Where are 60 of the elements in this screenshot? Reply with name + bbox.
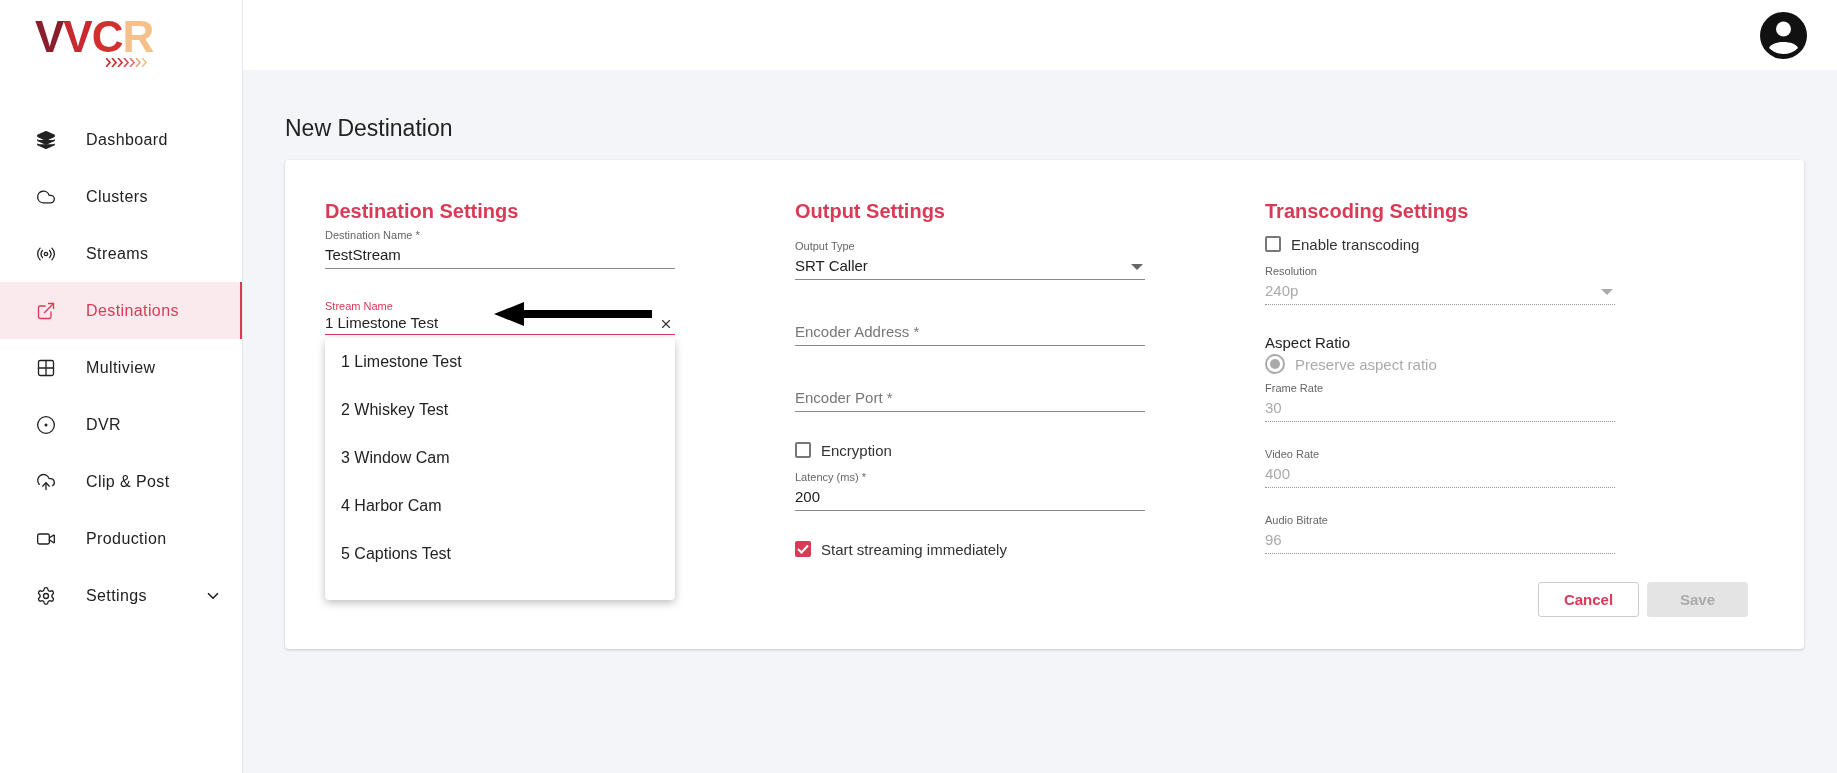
nav-label: Dashboard [86,130,169,149]
logo: VVCR [35,16,155,58]
input-field[interactable]: 200 [795,487,1145,511]
nav-item[interactable]: Clusters [0,168,242,225]
section-title: Output Settings [795,199,946,223]
nav-item[interactable]: Dashboard [0,111,242,168]
menu-item[interactable]: 5 Captions Test [325,530,675,578]
nav-label: Production [86,529,168,548]
input-field[interactable]: TestStream [325,245,675,269]
nav-label: Clip & Post [86,472,171,491]
nav-label: Destinations [86,301,180,320]
nav-label: Streams [86,244,150,263]
nav-item[interactable]: Streams [0,225,242,282]
chevrons-icon [106,58,148,67]
field-label: Stream Name [325,299,394,313]
nav-label: Multiview [86,358,157,377]
external-link-icon [36,300,56,321]
menu-item[interactable]: 1 Limestone Test [325,338,675,386]
nav-item[interactable]: Clip & Post [0,453,242,510]
target-icon [36,414,56,435]
caret-icon[interactable] [1131,264,1143,270]
nav-item[interactable]: Settings [0,567,242,624]
nav-label: Clusters [86,187,149,206]
page-title: New Destination [285,114,454,143]
checkbox[interactable] [795,442,811,458]
menu-item[interactable]: 4 Harbor Cam [325,482,675,530]
menu-item[interactable]: 3 Window Cam [325,434,675,482]
checkbox-label: Start streaming immediately [821,540,1007,558]
nav-label: Settings [86,586,148,605]
select-field[interactable]: SRT Caller [795,256,1145,280]
avatar-icon[interactable] [1760,11,1807,59]
cancel-button[interactable]: Cancel [1538,582,1639,617]
field-label: Latency (ms) * [795,470,867,484]
field-label: Resolution [1265,264,1318,278]
group-label: Aspect Ratio [1265,334,1352,352]
layers-icon [36,129,56,150]
section-title: Transcoding Settings [1265,199,1470,223]
field-label: Audio Bitrate [1265,513,1329,527]
section-title: Destination Settings [325,199,520,223]
grid-icon [36,357,56,378]
field-label: Video Rate [1265,447,1321,461]
field-label: Destination Name * [325,228,421,242]
menu-item[interactable]: 2 Whiskey Test [325,386,675,434]
checkbox-label: Encryption [821,441,892,459]
checkbox[interactable] [1265,236,1281,252]
field-label: Output Type [795,239,856,253]
close-icon[interactable] [659,317,673,331]
field-label: Frame Rate [1265,381,1325,395]
cloud-upload-icon [36,471,56,492]
radio-label: Preserve aspect ratio [1295,355,1437,373]
nav-item[interactable]: Destinations [0,282,242,339]
input-field[interactable]: Encoder Port * [795,388,1145,412]
input-field[interactable]: Encoder Address * [795,322,1145,346]
settings-icon [36,585,56,606]
nav-label: DVR [86,415,122,434]
checkbox-label: Enable transcoding [1291,235,1420,253]
nav-item[interactable]: Multiview [0,339,242,396]
nav-item[interactable]: DVR [0,396,242,453]
nav-item[interactable]: Production [0,510,242,567]
checkbox[interactable] [795,541,811,557]
